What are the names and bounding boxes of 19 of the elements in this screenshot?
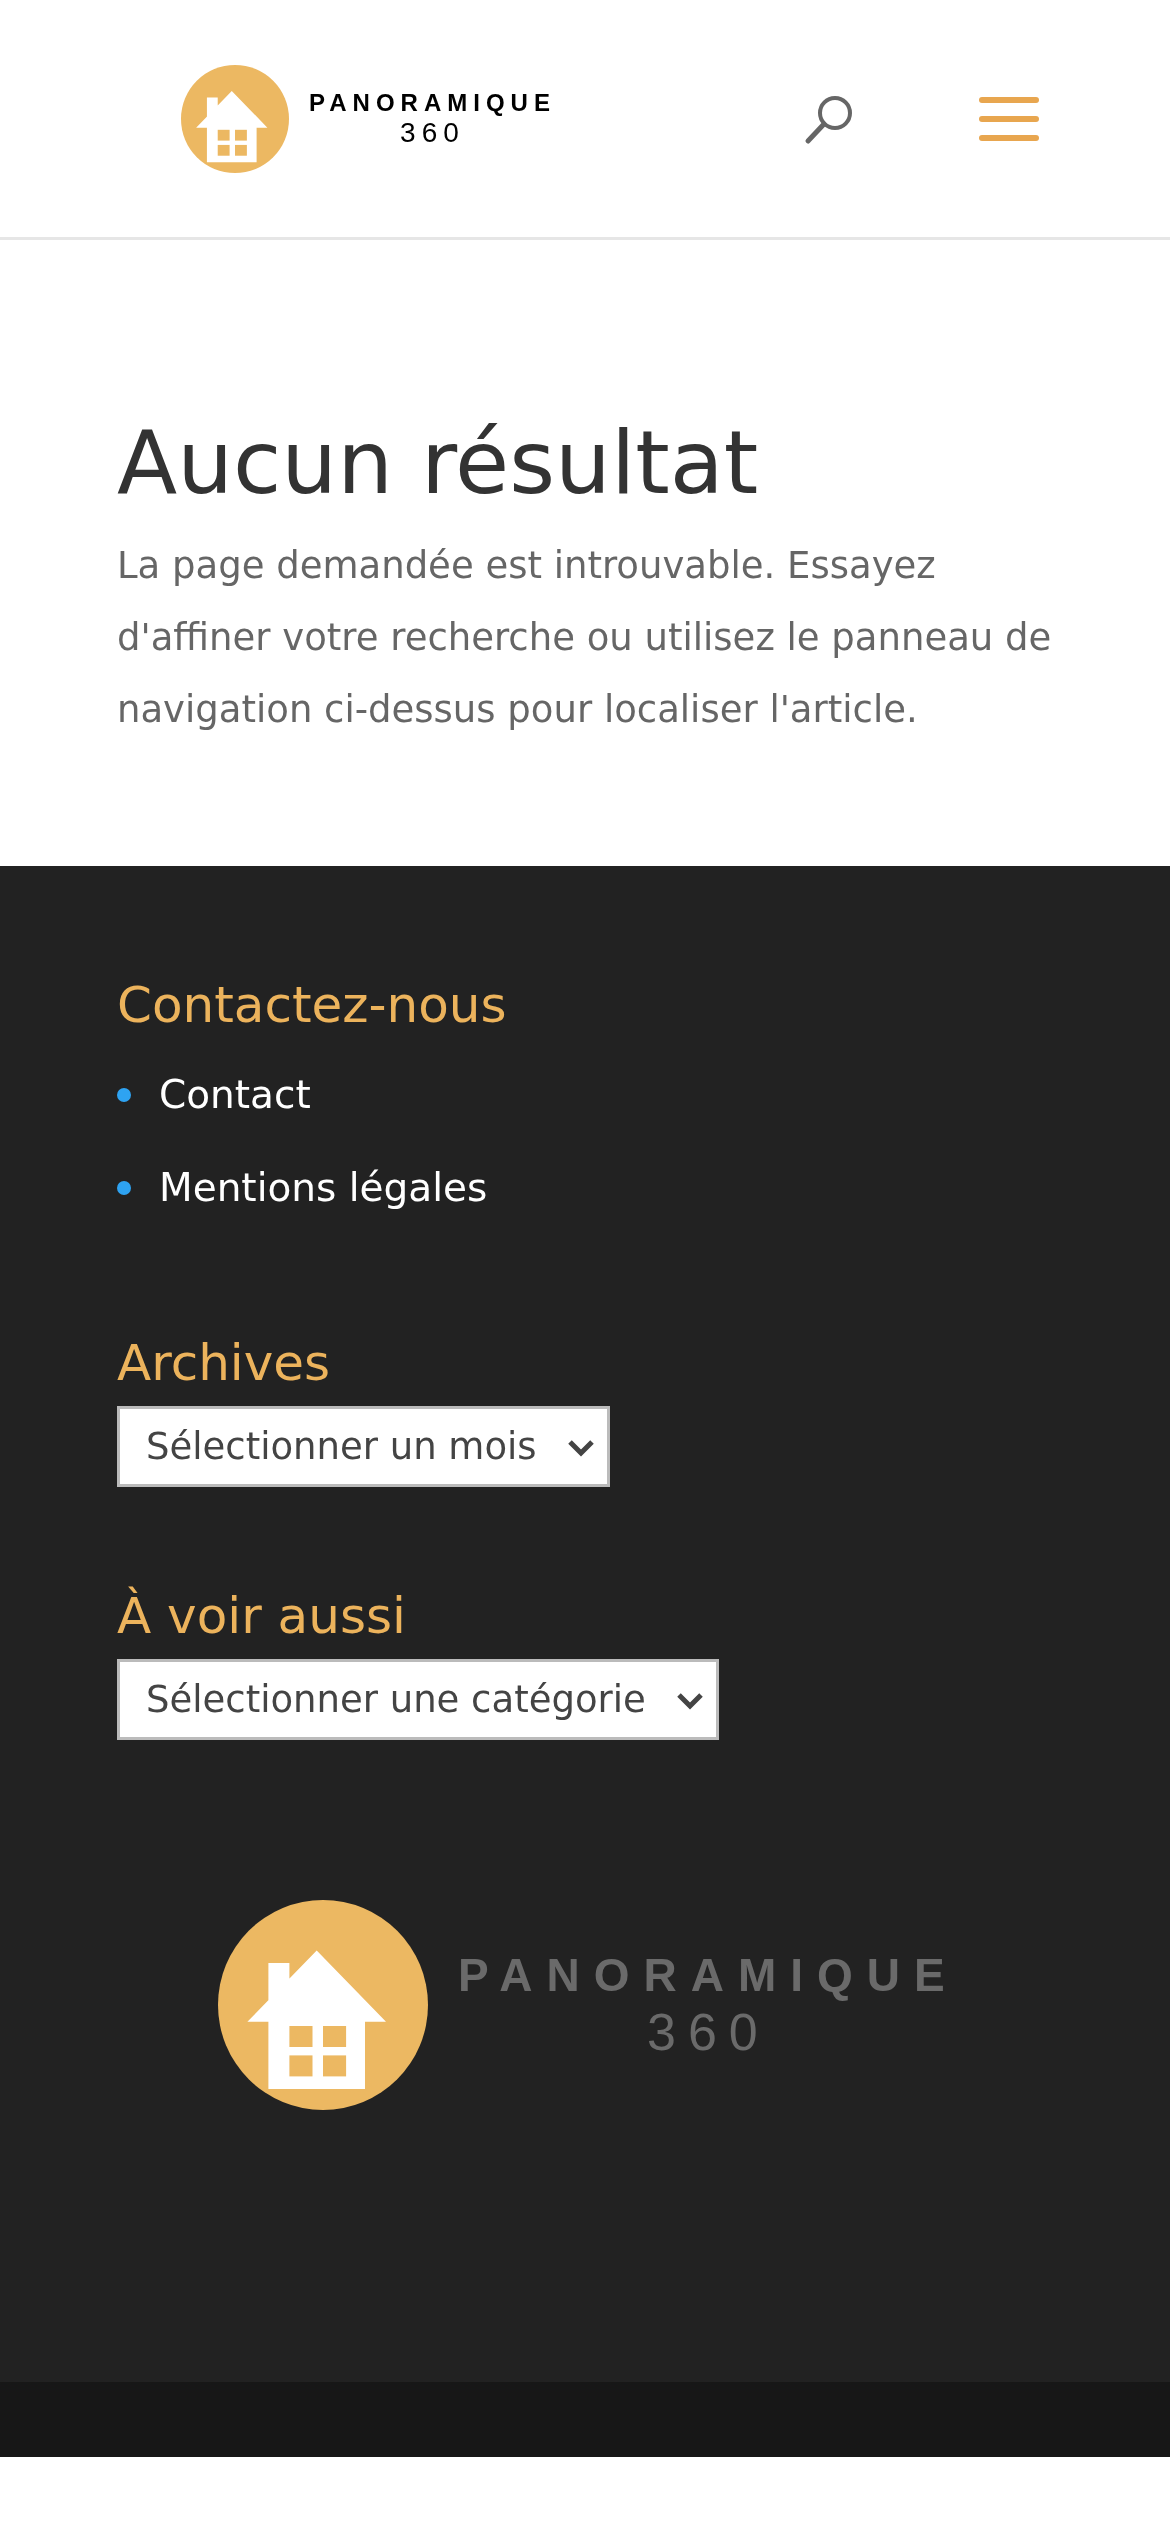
house-logo-icon — [181, 64, 289, 173]
logo-name: PANORAMIQUE — [458, 1948, 959, 2002]
logo-name: PANORAMIQUE — [309, 88, 556, 117]
logo-number: 360 — [646, 2002, 770, 2062]
message-text: La page demandée est introuvable. Essayez d'affiner votre recherche ou utilisez le panneau de navigation ci-dessus pour localiser l'article. — [117, 542, 1053, 733]
dropdown[interactable]: Sélectionner une catégorie — [117, 1659, 719, 1740]
chevron-icon — [566, 1438, 596, 1458]
dropdown[interactable]: Sélectionner un mois — [117, 1406, 610, 1487]
house-logo-icon — [218, 1900, 428, 2110]
bullet-icon — [117, 1087, 131, 1102]
widget-title: Contactez-nous — [117, 976, 508, 1034]
footer-link[interactable]: Mentions légales — [159, 1165, 488, 1210]
logo-number: 360 — [400, 116, 465, 149]
bullet-icon — [117, 1180, 131, 1195]
widget-title: À voir aussi — [117, 1587, 407, 1645]
footer-link[interactable]: Contact — [159, 1072, 311, 1117]
page-title: Aucun résultat — [117, 410, 760, 516]
widget-title: Archives — [117, 1334, 332, 1392]
chevron-icon — [675, 1691, 705, 1711]
